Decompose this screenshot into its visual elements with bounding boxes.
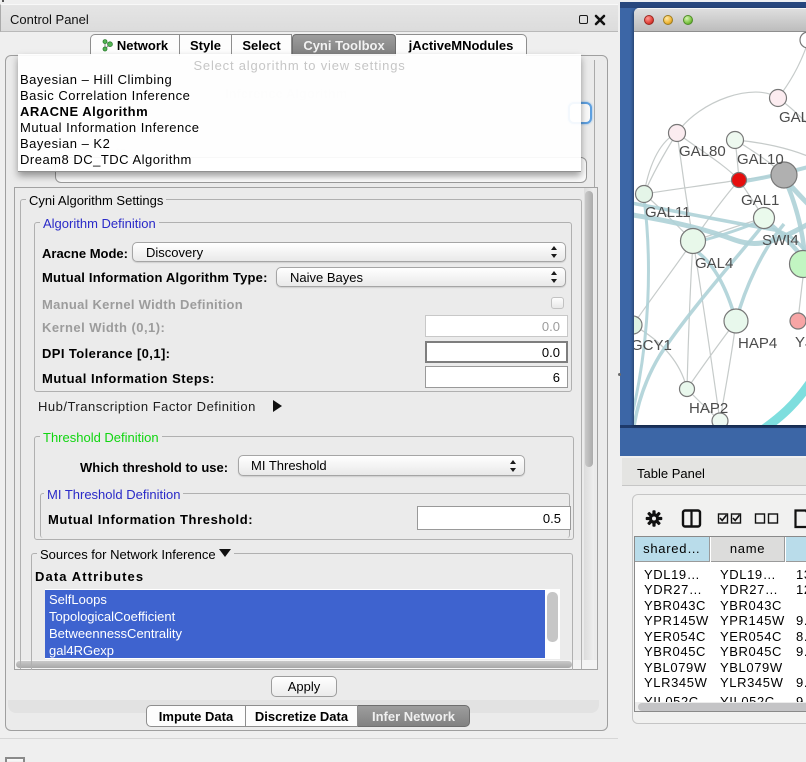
- svg-text:GAL11: GAL11: [645, 204, 691, 221]
- svg-text:GAL80: GAL80: [679, 143, 726, 160]
- svg-text:YJ: YJ: [795, 334, 806, 351]
- svg-text:HAP4: HAP4: [738, 335, 777, 352]
- svg-text:HAP2: HAP2: [689, 400, 728, 417]
- svg-text:GCY1: GCY1: [634, 337, 672, 354]
- svg-text:GAL10: GAL10: [737, 151, 784, 168]
- svg-text:GAL2: GAL2: [779, 109, 806, 126]
- svg-text:GAL4: GAL4: [695, 255, 733, 272]
- svg-text:GAL1: GAL1: [741, 192, 779, 209]
- svg-text:SWI4: SWI4: [762, 232, 799, 249]
